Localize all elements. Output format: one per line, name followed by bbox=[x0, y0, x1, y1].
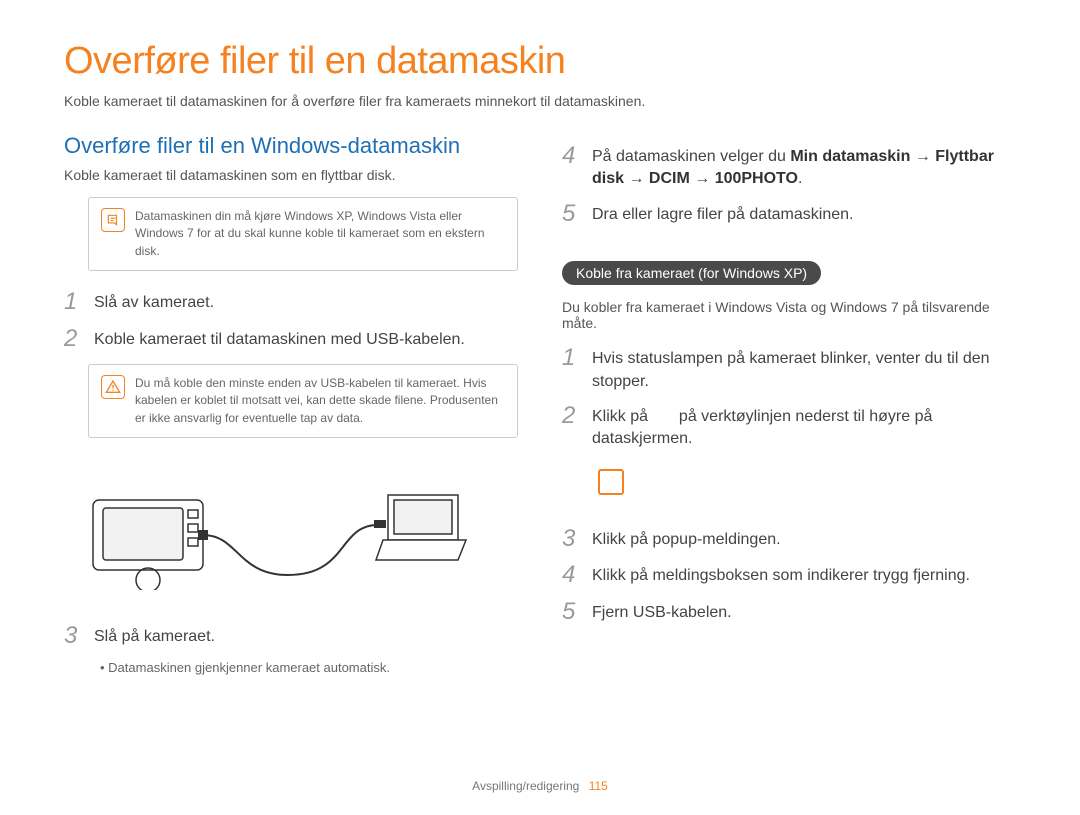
d-step-1: 1 Hvis statuslampen på kameraet blinker,… bbox=[562, 345, 1016, 393]
step-text: Koble kameraet til datamaskinen med USB-… bbox=[94, 326, 465, 352]
step-number: 5 bbox=[562, 201, 580, 227]
note-box: Datamaskinen din må kjøre Windows XP, Wi… bbox=[88, 197, 518, 271]
arrow-icon: → bbox=[624, 170, 649, 187]
disconnect-heading-pill: Koble fra kameraet (for Windows XP) bbox=[562, 261, 821, 285]
right-column: 4 På datamaskinen velger du Min datamask… bbox=[562, 133, 1016, 675]
step-number: 3 bbox=[64, 623, 82, 649]
arrow-icon: → bbox=[690, 170, 715, 187]
note-text: Datamaskinen din må kjøre Windows XP, Wi… bbox=[135, 208, 505, 260]
step-number: 4 bbox=[562, 143, 580, 191]
step-3: 3 Slå på kameraet. bbox=[64, 623, 518, 649]
page-title: Overføre filer til en datamaskin bbox=[64, 40, 1016, 83]
intro-text: Koble kameraet til datamaskinen for å ov… bbox=[64, 93, 1016, 109]
step4-b1: Min datamaskin bbox=[790, 148, 910, 165]
step-3-note: Datamaskinen gjenkjenner kameraet automa… bbox=[100, 660, 518, 675]
step-text: Klikk på på verktøylinjen nederst til hø… bbox=[592, 403, 1016, 451]
warning-icon bbox=[101, 375, 125, 399]
step-text: På datamaskinen velger du Min datamaskin… bbox=[592, 143, 1016, 191]
step-text: Slå på kameraet. bbox=[94, 623, 215, 649]
usb-connection-illustration bbox=[88, 480, 468, 590]
d-step-2: 2 Klikk på på verktøylinjen nederst til … bbox=[562, 403, 1016, 451]
step-text: Klikk på popup-meldingen. bbox=[592, 526, 781, 552]
step-5: 5 Dra eller lagre filer på datamaskinen. bbox=[562, 201, 1016, 227]
step-1: 1 Slå av kameraet. bbox=[64, 289, 518, 315]
d-step-4: 4 Klikk på meldingsboksen som indikerer … bbox=[562, 562, 1016, 588]
taskbar-icon-placeholder bbox=[598, 469, 624, 495]
step4-b4: 100PHOTO bbox=[715, 170, 798, 187]
d-step-2a: Klikk på bbox=[592, 408, 652, 425]
step-text: Slå av kameraet. bbox=[94, 289, 214, 315]
step-text: Fjern USB-kabelen. bbox=[592, 599, 732, 625]
step-4: 4 På datamaskinen velger du Min datamask… bbox=[562, 143, 1016, 191]
step-number: 1 bbox=[64, 289, 82, 315]
step4-pre: På datamaskinen velger du bbox=[592, 148, 790, 165]
warning-text: Du må koble den minste enden av USB-kabe… bbox=[135, 375, 505, 427]
warning-box: Du må koble den minste enden av USB-kabe… bbox=[88, 364, 518, 438]
footer-label: Avspilling/redigering bbox=[472, 779, 579, 793]
pill-subtext: Du kobler fra kameraet i Windows Vista o… bbox=[562, 299, 1016, 331]
step-number: 1 bbox=[562, 345, 580, 393]
step-2: 2 Koble kameraet til datamaskinen med US… bbox=[64, 326, 518, 352]
page-number: 115 bbox=[589, 779, 608, 793]
d-step-5: 5 Fjern USB-kabelen. bbox=[562, 599, 1016, 625]
step-number: 4 bbox=[562, 562, 580, 588]
step-number: 2 bbox=[64, 326, 82, 352]
step-text: Klikk på meldingsboksen som indikerer tr… bbox=[592, 562, 970, 588]
step-number: 3 bbox=[562, 526, 580, 552]
section-subtext: Koble kameraet til datamaskinen som en f… bbox=[64, 167, 518, 183]
left-column: Overføre filer til en Windows-datamaskin… bbox=[64, 133, 518, 675]
step-text: Dra eller lagre filer på datamaskinen. bbox=[592, 201, 853, 227]
note-icon bbox=[101, 208, 125, 232]
step-text: Hvis statuslampen på kameraet blinker, v… bbox=[592, 345, 1016, 393]
step-number: 5 bbox=[562, 599, 580, 625]
section-heading: Overføre filer til en Windows-datamaskin bbox=[64, 133, 518, 159]
arrow-icon: → bbox=[910, 148, 935, 165]
page-footer: Avspilling/redigering 115 bbox=[0, 779, 1080, 793]
d-step-3: 3 Klikk på popup-meldingen. bbox=[562, 526, 1016, 552]
step-number: 2 bbox=[562, 403, 580, 451]
step4-b3: DCIM bbox=[649, 170, 690, 187]
